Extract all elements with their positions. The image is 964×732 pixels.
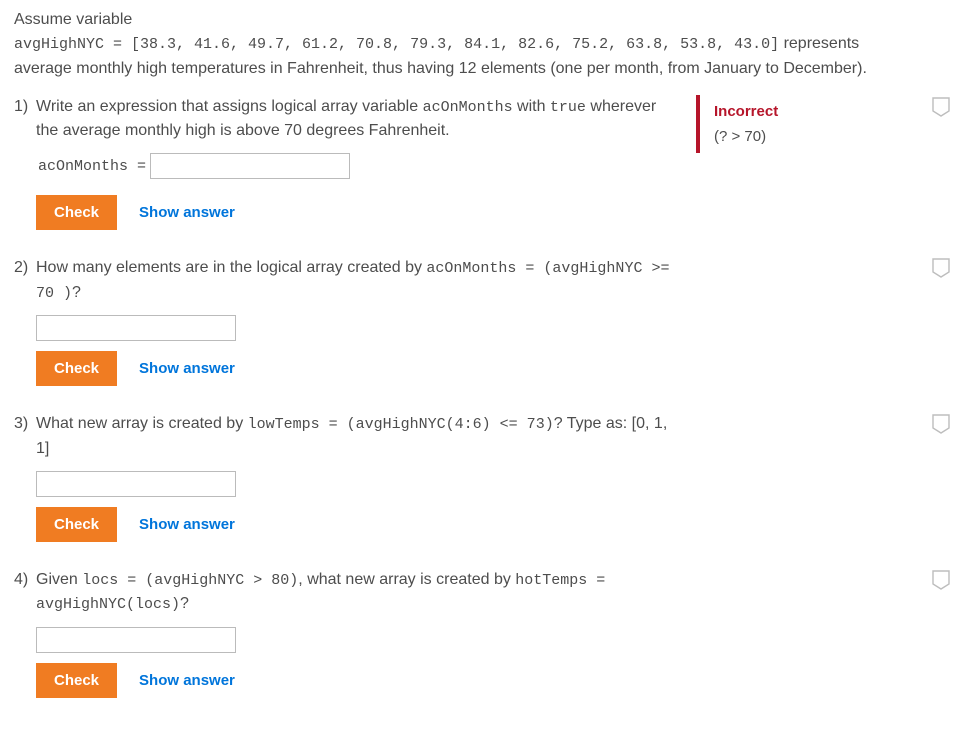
answer-input[interactable] — [150, 153, 350, 179]
status-badge-icon — [932, 570, 950, 590]
intro-text: Assume variable avgHighNYC = [38.3, 41.6… — [14, 8, 950, 81]
feedback-title: Incorrect — [714, 103, 922, 120]
feedback-hint: (? > 70) — [714, 128, 922, 145]
question-number: 1) — [14, 95, 36, 119]
question-text: Given locs = (avgHighNYC > 80), what new… — [36, 568, 676, 617]
status-badge-icon — [932, 258, 950, 278]
check-button[interactable]: Check — [36, 507, 117, 542]
intro-line2: average monthly high temperatures in Fah… — [14, 60, 867, 77]
question-number: 4) — [14, 568, 36, 592]
question-number: 3) — [14, 412, 36, 436]
question-1: 1) Write an expression that assigns logi… — [14, 95, 950, 231]
answer-input[interactable] — [36, 315, 236, 341]
feedback-box: Incorrect (? > 70) — [696, 95, 936, 153]
question-4: 4) Given locs = (avgHighNYC > 80), what … — [14, 568, 950, 698]
question-text: How many elements are in the logical arr… — [36, 256, 676, 305]
answer-prefix: acOnMonths = — [38, 158, 146, 175]
show-answer-link[interactable]: Show answer — [139, 204, 235, 221]
answer-input[interactable] — [36, 471, 236, 497]
answer-input[interactable] — [36, 627, 236, 653]
status-badge-icon — [932, 414, 950, 434]
show-answer-link[interactable]: Show answer — [139, 672, 235, 689]
question-3: 3) What new array is created by lowTemps… — [14, 412, 950, 542]
question-2: 2) How many elements are in the logical … — [14, 256, 950, 386]
question-text: What new array is created by lowTemps = … — [36, 412, 676, 461]
intro-line1a: Assume variable — [14, 11, 132, 28]
question-number: 2) — [14, 256, 36, 280]
question-text: Write an expression that assigns logical… — [36, 95, 676, 144]
show-answer-link[interactable]: Show answer — [139, 360, 235, 377]
intro-line1b: represents — [784, 35, 860, 52]
status-badge-icon — [932, 97, 950, 117]
check-button[interactable]: Check — [36, 351, 117, 386]
intro-variable-code: avgHighNYC = [38.3, 41.6, 49.7, 61.2, 70… — [14, 36, 779, 53]
show-answer-link[interactable]: Show answer — [139, 516, 235, 533]
check-button[interactable]: Check — [36, 663, 117, 698]
check-button[interactable]: Check — [36, 195, 117, 230]
